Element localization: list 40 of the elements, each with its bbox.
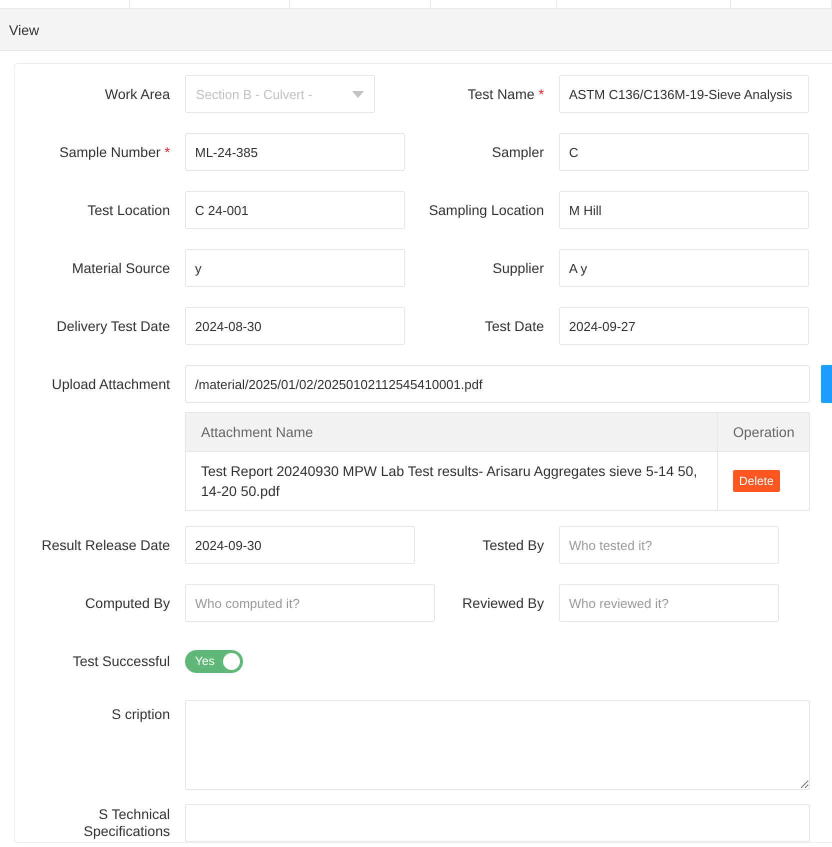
input-field[interactable]: y [185,249,405,287]
text-area[interactable] [185,804,810,842]
field-label: Computed By [84,594,171,612]
input-field[interactable]: ML-24-385 [185,133,405,171]
input-field[interactable]: Who computed it? [185,584,435,622]
field-label: Supplier [492,260,545,276]
input-field[interactable]: /material/2025/01/02/20250102112545410001.pdf [185,365,810,403]
column-header: Operation [718,413,810,452]
field-label: Result Release Date [40,536,171,554]
upload-button[interactable] [821,365,832,403]
field-label: Test Name * [466,86,545,102]
input-field[interactable]: C 24-001 [185,191,405,229]
field-label: Upload Attachment [50,376,171,392]
field-label: Test Date [484,318,545,334]
field-label: Sample Number * [58,144,171,160]
caret-icon [352,90,364,98]
input-field[interactable]: Who tested it? [559,526,779,564]
field-label: Work Area [104,86,171,102]
field-label: Tested By [482,536,545,554]
page-title: View [9,22,40,38]
field-label: S Technical Specifications [82,805,171,840]
input-field[interactable]: ASTM C136/C136M-19-Sieve Analysis [559,75,809,113]
field-label: Test Successful [72,652,171,670]
field-label: Reviewed By [461,594,545,612]
input-field[interactable]: 2024-08-30 [185,307,405,345]
field-label: Material Source [70,260,171,276]
text-area[interactable] [185,700,810,790]
table-cell: Test Report 20240930 MPW Lab Test results- Arisaru Aggregates sieve 5-14 50, 14-20 50.pdf [186,452,718,510]
input-field[interactable]: C [559,133,809,171]
column-header: Attachment Name [186,413,718,452]
input-field[interactable]: M Hill [559,191,809,229]
field-label: Delivery Test Date [56,318,171,334]
input-field[interactable]: 2024-09-27 [559,307,809,345]
field-label: S cription [110,705,171,723]
input-field[interactable]: 2024-09-30 [185,526,415,564]
field-label: Sampling Location [428,202,545,218]
field-label: Sampler [490,144,545,160]
input-field[interactable]: Who reviewed it? [559,584,779,622]
field-label: Test Location [86,202,171,218]
input-field[interactable]: A y [559,249,809,287]
